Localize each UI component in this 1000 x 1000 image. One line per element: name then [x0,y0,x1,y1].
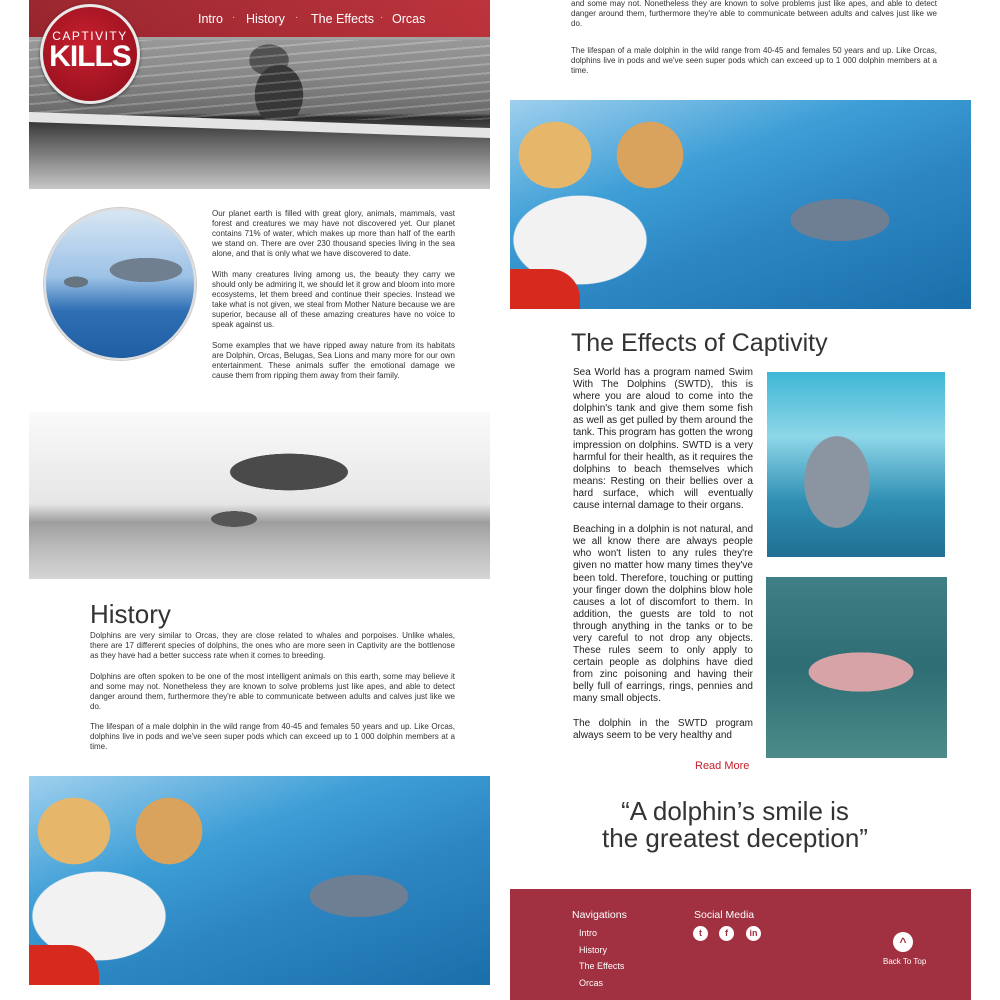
history-continued-paragraph-2: The lifespan of a male dolphin in the wi… [571,46,937,75]
nav-separator: · [380,12,384,23]
footer-link-intro[interactable]: Intro [579,928,597,938]
twitter-icon[interactable]: t [693,926,708,941]
history-paragraph-1: Dolphins are very similar to Orcas, they… [90,631,455,660]
back-to-top-icon[interactable]: ^ [893,932,913,952]
effects-text-block: Sea World has a program named Swim With … [573,367,753,751]
facebook-icon[interactable]: f [719,926,734,941]
footer-link-history[interactable]: History [579,945,607,955]
intro-paragraph-3: Some examples that we have ripped away n… [212,341,455,380]
history-paragraph-2: Dolphins are often spoken to be one of t… [90,672,455,711]
quote-line-1: “A dolphin’s smile is [621,796,849,826]
effects-heading: The Effects of Captivity [571,329,828,357]
history-paragraph-3: The lifespan of a male dolphin in the wi… [90,722,455,751]
nav-the-effects[interactable]: The Effects [311,12,374,26]
effects-paragraph-1: Sea World has a program named Swim With … [573,367,753,512]
jumping-dolphin-circle-image [44,208,196,360]
intro-paragraph-2: With many creatures living among us, the… [212,270,455,329]
effects-paragraph-2: Beaching in a dolphin is not natural, an… [573,524,753,705]
red-shirt-detail [29,945,99,985]
footer-link-the-effects[interactable]: The Effects [579,961,624,971]
dolphins-jumping-banner [29,412,490,579]
footer-social-heading: Social Media [694,909,755,921]
nav-intro[interactable]: Intro [198,12,223,26]
footer-nav-heading: Navigations [572,909,627,921]
children-touching-dolphin-image-2 [510,100,971,309]
quote-line-2: the greatest deception” [602,823,868,853]
nav-orcas[interactable]: Orcas [392,12,425,26]
footer-link-orcas[interactable]: Orcas [579,978,603,988]
children-touching-dolphin-image [29,776,490,985]
nav-history[interactable]: History [246,12,285,26]
nav-separator: · [295,12,299,23]
logo-line2: KILLS [49,40,132,73]
linkedin-icon[interactable]: in [746,926,761,941]
effects-paragraph-3: The dolphin in the SWTD program always s… [573,717,753,741]
read-more-link[interactable]: Read More [695,760,749,772]
red-shirt-detail [510,269,580,309]
history-heading: History [90,599,171,629]
captivity-kills-logo[interactable]: CAPTIVITY KILLS [40,4,140,104]
history-continued-paragraph-1: Dolphins are often spoken to be one of t… [571,0,937,28]
pink-dolphin-image [766,577,947,758]
back-to-top-link[interactable]: Back To Top [883,957,926,966]
nav-separator: · [232,12,236,23]
quote: “A dolphin’s smile is the greatest decep… [540,798,930,852]
captive-dolphin-pool-image [767,372,945,557]
intro-paragraph-1: Our planet earth is filled with great gl… [212,209,455,258]
